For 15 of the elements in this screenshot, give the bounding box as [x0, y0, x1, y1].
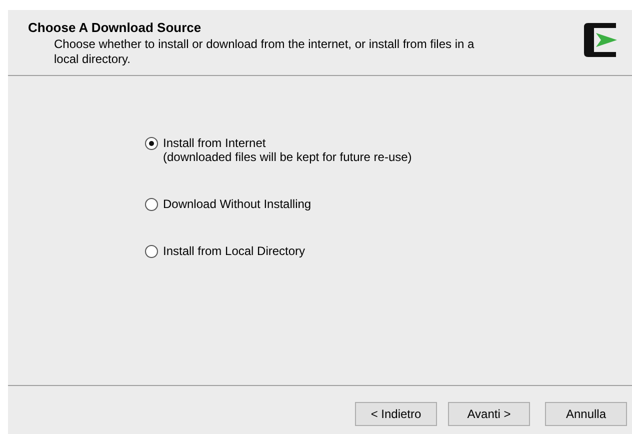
radio-option[interactable]: Install from Internet (downloaded files will be kept for future re-use)	[145, 136, 632, 164]
option-label: Install from Local Directory	[163, 244, 306, 258]
option-label: Install from Internet	[163, 136, 267, 150]
page-description: Choose whether to install or download from the internet, or install from files in a local directory.	[54, 37, 476, 67]
dialog-button[interactable]: < Indietro	[355, 402, 437, 426]
radio-button[interactable]	[145, 137, 158, 150]
dialog-button[interactable]: Avanti >	[448, 402, 530, 426]
radio-option[interactable]: Install from Local Directory	[145, 244, 632, 258]
radio-button[interactable]	[145, 245, 158, 258]
option-label: Download Without Installing	[163, 197, 312, 211]
dialog-button[interactable]: Annulla	[545, 402, 627, 426]
page-title: Choose A Download Source	[28, 20, 202, 35]
option-note: (downloaded files will be kept for future re-use)	[163, 150, 412, 164]
radio-button[interactable]	[145, 198, 158, 211]
radio-option[interactable]: Download Without Installing	[145, 197, 632, 211]
